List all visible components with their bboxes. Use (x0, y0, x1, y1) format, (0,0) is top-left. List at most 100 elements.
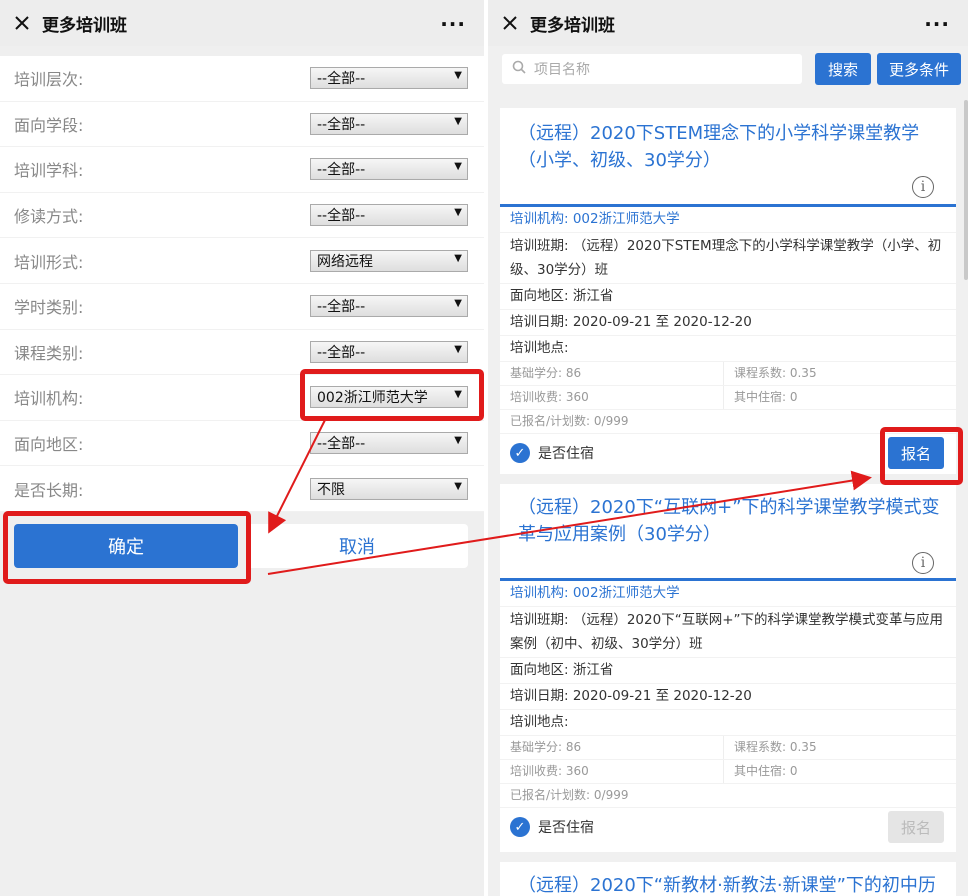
dropdown-arrow-icon: ▼ (454, 343, 462, 355)
hour-type-select[interactable]: --全部-- ▼ (310, 295, 468, 318)
format-select[interactable]: 网络远程 ▼ (310, 249, 468, 272)
highlight-confirm-button (3, 511, 251, 584)
course-title[interactable]: （远程）2020下“互联网+”下的科学课堂教学模式变革与应用案例（30学分） (500, 484, 956, 578)
dropdown-arrow-icon: ▼ (454, 252, 462, 264)
long-term-select[interactable]: 不限 ▼ (310, 477, 468, 500)
coefficient: 课程系数: 0.35 (734, 366, 817, 380)
fee: 培训收费: 360 (500, 386, 724, 409)
search-button[interactable]: 搜索 (815, 53, 871, 85)
filter-label: 面向地区: (14, 435, 84, 455)
course-title[interactable]: （远程）2020下STEM理念下的小学科学课堂教学（小学、初级、30学分） (500, 108, 956, 204)
coefficient: 课程系数: 0.35 (734, 740, 817, 754)
filter-row-format: 培训形式: 网络远程 ▼ (0, 238, 484, 284)
date-line: 培训日期: 2020-09-21 至 2020-12-20 (500, 310, 956, 336)
highlight-sign-up-button (880, 427, 963, 485)
class-line: 培训班期: （远程）2020下“互联网+”下的科学课堂教学模式变革与应用案例（初… (500, 607, 956, 658)
sign-up-button-disabled[interactable]: 报名 (888, 811, 944, 843)
select-value: --全部-- (317, 344, 366, 361)
left-title-bar: 更多培训班 ··· (0, 0, 484, 46)
filter-panel: 更多培训班 ··· 培训层次: --全部-- ▼ 面向学段: --全部-- ▼ 培训… (0, 0, 484, 896)
info-icon[interactable]: i (912, 176, 934, 198)
filter-label: 修读方式: (14, 207, 84, 227)
card-footer: ✓ 是否住宿 报名 (500, 808, 956, 846)
select-value: --全部-- (317, 71, 366, 88)
study-mode-select[interactable]: --全部-- ▼ (310, 204, 468, 227)
select-value: 不限 (317, 481, 345, 498)
course-type-select[interactable]: --全部-- ▼ (310, 340, 468, 363)
highlight-org-select (300, 369, 484, 421)
stats-row: 培训收费: 360 其中住宿: 0 (500, 386, 956, 410)
filter-row-stage: 面向学段: --全部-- ▼ (0, 102, 484, 148)
course-card: （远程）2020下“新教材·新教法·新课堂”下的初中历 (500, 862, 956, 896)
course-title[interactable]: （远程）2020下“新教材·新教法·新课堂”下的初中历 (500, 862, 956, 896)
select-value: --全部-- (317, 208, 366, 225)
enrolled-row: 已报名/计划数: 0/999 (500, 784, 956, 808)
class-line: 培训班期: （远程）2020下STEM理念下的小学科学课堂教学（小学、初级、30… (500, 233, 956, 284)
stats-row: 基础学分: 86 课程系数: 0.35 (500, 736, 956, 760)
cancel-button[interactable]: 取消 (246, 524, 468, 568)
course-card: （远程）2020下“互联网+”下的科学课堂教学模式变革与应用案例（30学分） i… (500, 484, 956, 852)
dropdown-arrow-icon: ▼ (454, 161, 462, 173)
enrolled-count: 已报名/计划数: 0/999 (510, 414, 629, 428)
fee: 培训收费: 360 (500, 760, 724, 783)
region-select[interactable]: --全部-- ▼ (310, 432, 468, 455)
filter-label: 学时类别: (14, 298, 84, 318)
filter-row-subject: 培训学科: --全部-- ▼ (0, 147, 484, 193)
select-value: --全部-- (317, 162, 366, 179)
filter-label: 培训机构: (14, 389, 84, 409)
dropdown-arrow-icon: ▼ (454, 70, 462, 82)
stats-row: 基础学分: 86 课程系数: 0.35 (500, 362, 956, 386)
select-value: 网络远程 (317, 253, 373, 270)
dropdown-arrow-icon: ▼ (454, 480, 462, 492)
search-input[interactable]: 项目名称 (502, 54, 802, 84)
more-menu-icon[interactable]: ··· (924, 12, 950, 36)
filter-row-hour-type: 学时类别: --全部-- ▼ (0, 284, 484, 330)
filter-label: 培训学科: (14, 161, 84, 181)
search-icon (512, 60, 526, 78)
stats-row: 培训收费: 360 其中住宿: 0 (500, 760, 956, 784)
lodging-fee: 其中住宿: 0 (734, 390, 798, 404)
subject-select[interactable]: --全部-- ▼ (310, 158, 468, 181)
stage-select[interactable]: --全部-- ▼ (310, 112, 468, 135)
filter-label: 培训形式: (14, 252, 84, 272)
place-line: 培训地点: (500, 336, 956, 362)
filter-row-region: 面向地区: --全部-- ▼ (0, 421, 484, 467)
lodging-fee: 其中住宿: 0 (734, 764, 798, 778)
dropdown-arrow-icon: ▼ (454, 298, 462, 310)
close-icon[interactable] (12, 13, 32, 33)
date-line: 培训日期: 2020-09-21 至 2020-12-20 (500, 684, 956, 710)
filter-row-level: 培训层次: --全部-- ▼ (0, 56, 484, 102)
place-line: 培训地点: (500, 710, 956, 736)
search-placeholder: 项目名称 (534, 62, 590, 78)
course-list-panel: 更多培训班 ··· 项目名称 搜索 更多条件 （远程）2020下STEM理念下的… (488, 0, 968, 896)
page-title: 更多培训班 (530, 15, 615, 36)
check-icon[interactable]: ✓ (510, 817, 530, 837)
region-line: 面向地区: 浙江省 (500, 284, 956, 310)
info-icon[interactable]: i (912, 552, 934, 574)
credit: 基础学分: 86 (500, 362, 724, 385)
dropdown-arrow-icon: ▼ (454, 435, 462, 447)
select-value: --全部-- (317, 436, 366, 453)
filter-form: 培训层次: --全部-- ▼ 面向学段: --全部-- ▼ 培训学科: --全部--… (0, 56, 484, 512)
close-icon[interactable] (500, 13, 520, 33)
right-title-bar: 更多培训班 ··· (488, 0, 968, 46)
enrolled-count: 已报名/计划数: 0/999 (510, 788, 629, 802)
select-value: --全部-- (317, 299, 366, 316)
filter-label: 是否长期: (14, 480, 84, 500)
lodging-label: 是否住宿 (538, 446, 594, 462)
level-select[interactable]: --全部-- ▼ (310, 67, 468, 90)
scrollbar[interactable] (964, 100, 968, 280)
more-menu-icon[interactable]: ··· (440, 12, 466, 36)
course-card: （远程）2020下STEM理念下的小学科学课堂教学（小学、初级、30学分） i … (500, 108, 956, 474)
filter-label: 培训层次: (14, 70, 84, 90)
filter-label: 面向学段: (14, 115, 84, 135)
more-filters-button[interactable]: 更多条件 (877, 53, 961, 85)
check-icon[interactable]: ✓ (510, 443, 530, 463)
org-line: 培训机构: 002浙江师范大学 (500, 581, 956, 607)
org-line: 培训机构: 002浙江师范大学 (500, 207, 956, 233)
dropdown-arrow-icon: ▼ (454, 207, 462, 219)
lodging-label: 是否住宿 (538, 820, 594, 836)
select-value: --全部-- (317, 116, 366, 133)
filter-row-long-term: 是否长期: 不限 ▼ (0, 466, 484, 512)
search-bar: 项目名称 搜索 更多条件 (488, 46, 968, 94)
